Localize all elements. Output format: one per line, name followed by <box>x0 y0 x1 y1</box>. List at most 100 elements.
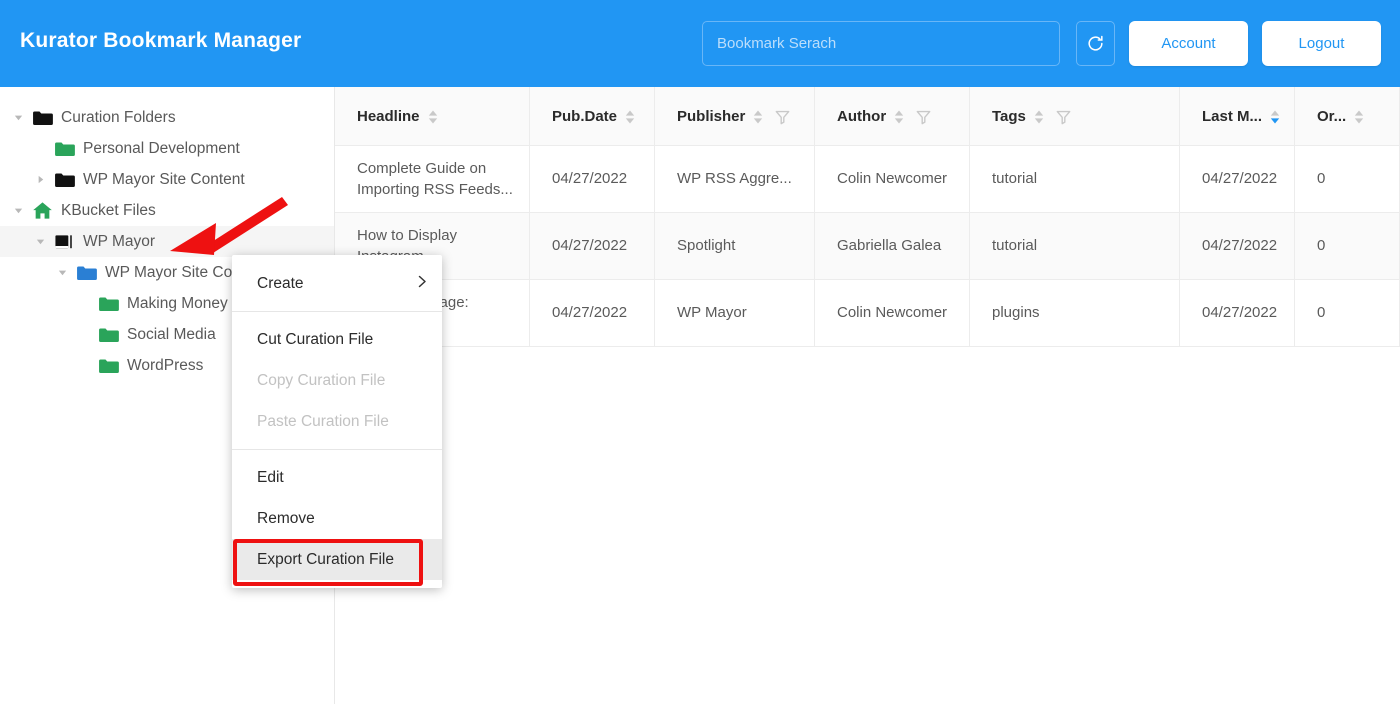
cell-text: Gabriella Galea <box>837 237 942 255</box>
chevron-right-icon[interactable] <box>34 173 47 186</box>
cell-order: 0 <box>1295 146 1400 213</box>
cell-pub_date: 04/27/2022 <box>530 213 655 280</box>
tree-item-label: Social Media <box>127 325 216 343</box>
bookmarks-table: Headline Pub.Date Publisher Author Tags Last … <box>335 87 1400 704</box>
refresh-button[interactable] <box>1076 21 1115 66</box>
context-menu-item-label: Copy Curation File <box>257 371 386 389</box>
tree-item-label: Curation Folders <box>61 108 176 126</box>
sort-icon[interactable] <box>1353 109 1365 125</box>
chevron-down-icon[interactable] <box>12 204 25 217</box>
context-menu-item-edit[interactable]: Edit <box>232 457 442 498</box>
refresh-icon <box>1086 34 1105 53</box>
folder-icon <box>97 295 119 312</box>
cell-text: tutorial <box>992 237 1038 255</box>
sort-icon[interactable] <box>893 109 905 125</box>
cell-text: 0 <box>1317 237 1326 255</box>
app-root: Kurator Bookmark Manager Account Logout … <box>0 0 1400 704</box>
home-icon <box>31 201 53 220</box>
tree-item-label: WordPress <box>127 356 204 374</box>
context-menu-item-remove[interactable]: Remove <box>232 498 442 539</box>
account-button-label: Account <box>1161 35 1216 52</box>
cell-publisher: WP RSS Aggre... <box>655 146 815 213</box>
search-input[interactable] <box>717 35 1045 52</box>
context-menu-item-label: Create <box>257 274 304 292</box>
context-menu-item-copy-curation-file: Copy Curation File <box>232 360 442 401</box>
context-menu-item-label: Remove <box>257 509 315 527</box>
chevron-down-icon[interactable] <box>56 266 69 279</box>
context-menu-separator <box>232 449 442 450</box>
column-header-or[interactable]: Or... <box>1295 87 1400 146</box>
tree-item-wp-mayor[interactable]: WP Mayor <box>0 226 335 257</box>
column-header-headline[interactable]: Headline <box>335 87 530 146</box>
folder-icon <box>31 109 53 126</box>
chevron-down-icon[interactable] <box>12 111 25 124</box>
context-menu-item-cut-curation-file[interactable]: Cut Curation File <box>232 319 442 360</box>
cell-author: Colin Newcomer <box>815 146 970 213</box>
app-title: Kurator Bookmark Manager <box>20 29 302 52</box>
account-button[interactable]: Account <box>1129 21 1248 66</box>
tree-item-personal-development[interactable]: Personal Development <box>0 133 335 164</box>
context-menu-item-export-curation-file[interactable]: Export Curation File <box>232 539 442 580</box>
cell-text: 04/27/2022 <box>552 170 628 188</box>
filter-icon[interactable] <box>764 109 790 125</box>
cell-text: Spotlight <box>677 237 736 255</box>
column-header-label: Tags <box>992 108 1026 125</box>
context-menu-item-label: Export Curation File <box>257 550 394 568</box>
cell-tags: tutorial <box>970 213 1180 280</box>
column-header-author[interactable]: Author <box>815 87 970 146</box>
folder-icon <box>53 140 75 157</box>
column-header-label: Author <box>837 108 887 125</box>
sort-icon[interactable] <box>1033 109 1045 125</box>
context-menu-item-label: Cut Curation File <box>257 330 374 348</box>
cell-pub_date: 04/27/2022 <box>530 280 655 347</box>
logout-button[interactable]: Logout <box>1262 21 1381 66</box>
tree-item-curation-folders[interactable]: Curation Folders <box>0 102 335 133</box>
sort-icon[interactable] <box>624 109 636 125</box>
cell-text: 04/27/2022 <box>1202 237 1278 255</box>
folder-icon <box>75 264 97 281</box>
tree-item-label: WP Mayor Site Con <box>105 263 241 281</box>
column-header-label: Publisher <box>677 108 746 125</box>
column-header-label: Or... <box>1317 108 1347 125</box>
book-icon <box>53 233 75 251</box>
folder-icon <box>97 326 119 343</box>
table-row[interactable]: Complete Guide on Importing RSS Feeds...… <box>335 146 1400 213</box>
cell-text: 04/27/2022 <box>552 237 628 255</box>
filter-icon[interactable] <box>1045 109 1071 125</box>
cell-last_modified: 04/27/2022 <box>1180 280 1295 347</box>
tree-item-kbucket-files[interactable]: KBucket Files <box>0 195 335 226</box>
table-row[interactable]: Display vs Page: Which...04/27/2022WP Ma… <box>335 280 1400 347</box>
cell-author: Colin Newcomer <box>815 280 970 347</box>
tree-item-label: KBucket Files <box>61 201 156 219</box>
cell-text: Colin Newcomer <box>837 304 948 322</box>
cell-text: 04/27/2022 <box>1202 170 1278 188</box>
sort-icon[interactable] <box>1269 109 1281 125</box>
context-menu: Create Cut Curation File Copy Curation Fil… <box>232 255 442 588</box>
context-menu-item-create[interactable]: Create <box>232 263 442 304</box>
table-row[interactable]: How to Display Instagram...04/27/2022Spo… <box>335 213 1400 280</box>
filter-icon[interactable] <box>905 109 931 125</box>
context-menu-item-label: Edit <box>257 468 284 486</box>
table-header-row: Headline Pub.Date Publisher Author Tags Last … <box>335 87 1400 146</box>
sort-icon[interactable] <box>427 109 439 125</box>
sort-icon[interactable] <box>752 109 764 125</box>
cell-text: WP Mayor <box>677 304 747 322</box>
cell-order: 0 <box>1295 213 1400 280</box>
cell-publisher: Spotlight <box>655 213 815 280</box>
column-header-publisher[interactable]: Publisher <box>655 87 815 146</box>
tree-item-label: WP Mayor Site Content <box>83 170 245 188</box>
cell-order: 0 <box>1295 280 1400 347</box>
context-menu-item-label: Paste Curation File <box>257 412 389 430</box>
cell-text: Colin Newcomer <box>837 170 948 188</box>
context-menu-item-paste-curation-file: Paste Curation File <box>232 401 442 442</box>
column-header-last-m[interactable]: Last M... <box>1180 87 1295 146</box>
cell-text: tutorial <box>992 170 1038 188</box>
tree-item-wp-mayor-site-content[interactable]: WP Mayor Site Content <box>0 164 335 195</box>
column-header-tags[interactable]: Tags <box>970 87 1180 146</box>
chevron-down-icon[interactable] <box>34 235 47 248</box>
column-header-label: Pub.Date <box>552 108 618 125</box>
search-box[interactable] <box>702 21 1060 66</box>
cell-last_modified: 04/27/2022 <box>1180 146 1295 213</box>
tree-item-label: Making Money <box>127 294 228 312</box>
column-header-pub-date[interactable]: Pub.Date <box>530 87 655 146</box>
